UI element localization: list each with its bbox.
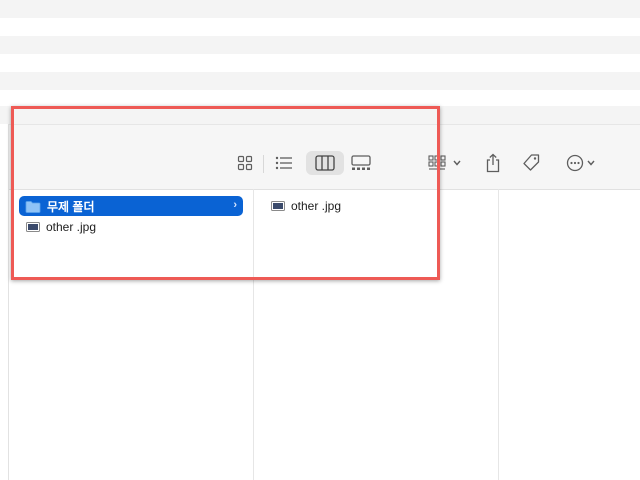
- list-view-button[interactable]: [272, 151, 296, 175]
- background-stripe: [0, 106, 640, 124]
- share-button[interactable]: [481, 151, 505, 175]
- image-file-icon: [271, 201, 285, 211]
- list-item-label: 무제 폴더: [47, 199, 95, 214]
- finder-window: 무제 폴더 › other .jpg other .jpg: [8, 124, 640, 480]
- list-item-label: other .jpg: [46, 220, 97, 234]
- gallery-view-button[interactable]: [349, 151, 373, 175]
- list-item-file[interactable]: other .jpg: [264, 196, 488, 216]
- list-item-file[interactable]: other .jpg: [19, 217, 243, 237]
- icon-view-icon: [237, 155, 253, 171]
- column-view-button[interactable]: [306, 151, 344, 175]
- more-button[interactable]: [561, 151, 601, 175]
- toolbar-separator: [263, 155, 264, 173]
- more-icon: [566, 154, 584, 172]
- column-divider[interactable]: [253, 189, 254, 480]
- column-view-icon: [315, 155, 335, 171]
- tag-button[interactable]: [519, 151, 543, 175]
- gallery-view-icon: [351, 155, 371, 170]
- list-item-folder[interactable]: 무제 폴더 ›: [19, 196, 243, 216]
- background-stripe: [0, 36, 640, 54]
- chevron-right-icon: ›: [233, 199, 237, 211]
- share-icon: [486, 153, 500, 173]
- image-file-icon: [26, 222, 40, 232]
- list-item-label: other .jpg: [291, 199, 342, 213]
- tag-icon: [523, 154, 540, 171]
- toolbar: [9, 124, 640, 190]
- group-icon: [428, 155, 446, 170]
- list-view-icon: [275, 156, 292, 170]
- chevron-down-icon: [453, 160, 461, 166]
- column-divider[interactable]: [498, 189, 499, 480]
- chevron-down-icon: [587, 160, 595, 166]
- icon-view-button[interactable]: [233, 151, 257, 175]
- background-stripe: [0, 0, 640, 18]
- group-button[interactable]: [425, 151, 465, 175]
- background-stripe: [0, 72, 640, 90]
- folder-icon: [25, 200, 41, 213]
